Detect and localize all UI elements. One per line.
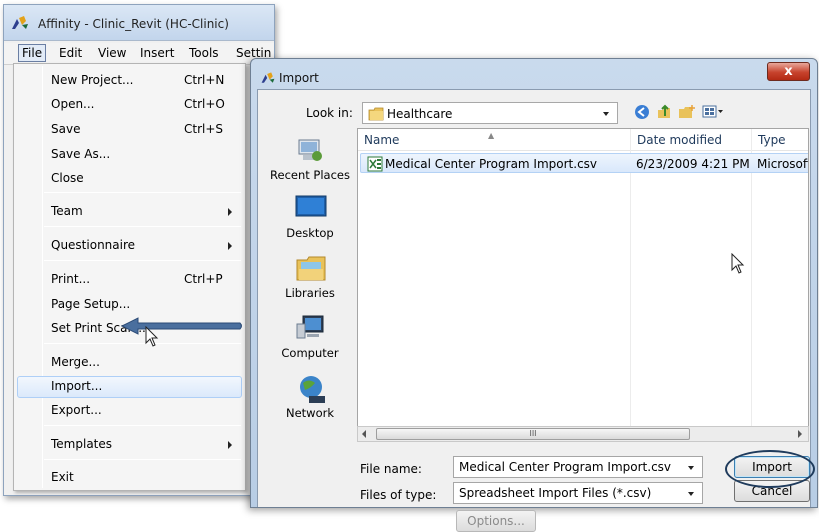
menu-item-new-project[interactable]: New Project...	[51, 73, 134, 87]
menu-separator	[44, 343, 241, 344]
file-date-cell: 6/23/2009 4:21 PM	[636, 157, 750, 171]
place-label: Desktop	[286, 226, 334, 240]
dialog-title: Import	[279, 71, 319, 85]
menubar: File Edit View Insert Tools Settin	[4, 43, 274, 65]
menu-item-page-setup[interactable]: Page Setup...	[51, 297, 130, 311]
sort-arrow-icon: ▲	[488, 131, 495, 140]
menu-item-close[interactable]: Close	[51, 171, 84, 185]
menu-item-exit[interactable]: Exit	[51, 470, 74, 484]
look-in-dropdown[interactable]: Healthcare	[362, 102, 618, 124]
scroll-left-icon[interactable]	[362, 430, 366, 438]
table-row[interactable]: Medical Center Program Import.csv 6/23/2…	[360, 153, 809, 173]
import-dialog: Import x Look in: Healthcare Recent Plac…	[250, 58, 818, 532]
horizontal-scrollbar[interactable]: III	[357, 426, 809, 442]
scrollbar-thumb[interactable]: III	[376, 428, 690, 440]
file-name-cell: Medical Center Program Import.csv	[385, 157, 598, 171]
file-name-value: Medical Center Program Import.csv	[459, 460, 672, 474]
recent-places-icon	[298, 139, 322, 161]
place-recent-places[interactable]: Recent Places	[265, 130, 355, 190]
menu-insert[interactable]: Insert	[140, 46, 174, 60]
file-menu: New Project... Ctrl+N Open... Ctrl+O Sav…	[13, 63, 246, 491]
column-header-date-modified[interactable]: Date modified	[637, 133, 722, 147]
chevron-down-icon	[688, 466, 694, 470]
file-name-label: File name:	[360, 462, 422, 476]
affinity-logo-icon	[12, 16, 28, 29]
place-network[interactable]: Network	[265, 372, 355, 432]
menu-item-questionnaire[interactable]: Questionnaire	[51, 238, 135, 252]
mouse-cursor-icon	[145, 326, 159, 347]
menu-item-save-as[interactable]: Save As...	[51, 147, 110, 161]
shortcut-save: Ctrl+S	[184, 122, 224, 136]
files-of-type-value: Spreadsheet Import Files (*.csv)	[459, 486, 652, 500]
look-in-label: Look in:	[306, 106, 353, 120]
shortcut-open: Ctrl+O	[184, 97, 225, 111]
file-type-cell: Microsoft	[757, 157, 809, 171]
options-button[interactable]: Options...	[456, 510, 536, 532]
menu-edit[interactable]: Edit	[59, 46, 82, 60]
libraries-icon	[296, 256, 326, 281]
menu-gutter	[42, 66, 43, 488]
menu-separator	[44, 192, 241, 193]
up-folder-icon[interactable]	[656, 104, 672, 120]
menu-item-save[interactable]: Save	[51, 122, 80, 136]
menu-separator	[44, 226, 241, 227]
column-header-type[interactable]: Type	[758, 133, 786, 147]
look-in-value: Healthcare	[387, 107, 453, 121]
place-desktop[interactable]: Desktop	[265, 192, 355, 252]
csv-file-icon	[367, 156, 383, 172]
app-title: Affinity - Clinic_Revit (HC-Clinic)	[38, 17, 229, 31]
affinity-logo-icon	[261, 72, 275, 83]
dialog-body: Look in: Healthcare Recent Places Deskto…	[257, 89, 815, 532]
close-icon[interactable]: x	[767, 62, 810, 81]
mouse-cursor-icon	[731, 253, 745, 274]
file-name-input[interactable]: Medical Center Program Import.csv	[453, 456, 703, 478]
shortcut-print: Ctrl+P	[184, 272, 223, 286]
submenu-arrow-icon	[228, 208, 232, 216]
place-label: Network	[285, 406, 335, 420]
menu-separator	[44, 459, 241, 460]
files-of-type-select[interactable]: Spreadsheet Import Files (*.csv)	[453, 482, 703, 504]
new-folder-icon[interactable]	[678, 104, 696, 120]
submenu-arrow-icon	[228, 242, 232, 250]
computer-icon	[296, 315, 324, 339]
column-divider	[751, 129, 752, 439]
menu-item-import[interactable]: Import...	[51, 379, 102, 393]
annotation-arrow-icon	[120, 317, 242, 335]
shortcut-new-project: Ctrl+N	[184, 73, 225, 87]
menu-item-open[interactable]: Open...	[51, 97, 95, 111]
nav-toolbar	[634, 102, 734, 122]
place-libraries[interactable]: Libraries	[265, 252, 355, 312]
menu-tools[interactable]: Tools	[189, 46, 219, 60]
list-header: Name ▲ Date modified Type	[358, 129, 808, 151]
places-bar: Recent Places Desktop Libraries Computer	[265, 130, 355, 450]
column-divider	[630, 129, 631, 439]
submenu-arrow-icon	[228, 441, 232, 449]
app-titlebar: Affinity - Clinic_Revit (HC-Clinic)	[4, 5, 274, 41]
menu-separator	[44, 260, 241, 261]
place-label: Recent Places	[270, 168, 350, 182]
menu-view[interactable]: View	[98, 46, 126, 60]
menu-separator	[44, 425, 241, 426]
menu-item-merge[interactable]: Merge...	[51, 355, 100, 369]
menu-file[interactable]: File	[18, 44, 47, 62]
files-of-type-label: Files of type:	[360, 488, 437, 502]
scroll-right-icon[interactable]	[798, 430, 802, 438]
chevron-down-icon	[688, 492, 694, 496]
menu-item-templates[interactable]: Templates	[51, 437, 112, 451]
menu-item-team[interactable]: Team	[51, 204, 83, 218]
place-label: Libraries	[285, 286, 335, 300]
place-computer[interactable]: Computer	[265, 312, 355, 372]
desktop-icon	[295, 195, 327, 217]
menu-item-export[interactable]: Export...	[51, 403, 102, 417]
column-header-name[interactable]: Name	[364, 133, 399, 147]
menu-item-print[interactable]: Print...	[51, 272, 90, 286]
file-list[interactable]: Name ▲ Date modified Type Medical Center…	[357, 128, 809, 440]
view-menu-icon[interactable]	[702, 104, 724, 120]
folder-icon	[368, 107, 384, 121]
network-icon	[300, 376, 325, 403]
chevron-down-icon	[603, 112, 609, 116]
place-label: Computer	[281, 346, 339, 360]
back-icon[interactable]	[634, 104, 650, 120]
annotation-circle	[725, 450, 815, 488]
